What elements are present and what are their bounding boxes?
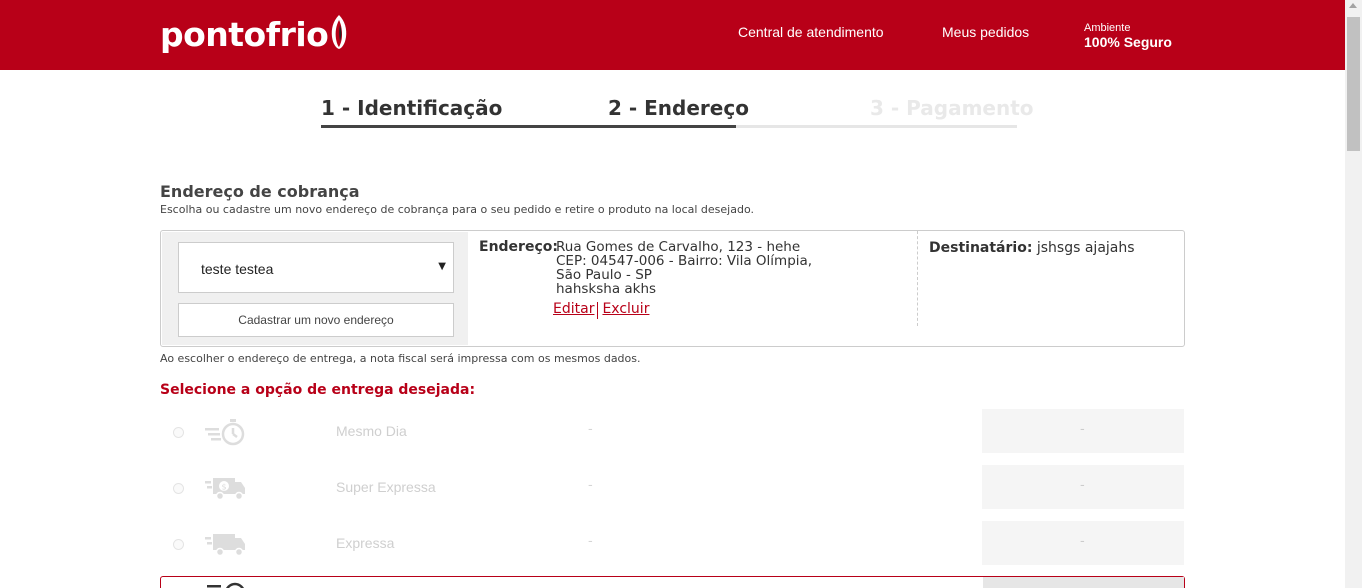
delete-address-link[interactable]: Excluir: [602, 302, 649, 319]
delivery-option-time: -: [588, 422, 593, 437]
address-select-value: teste testea: [201, 261, 274, 277]
link-separator: [597, 302, 599, 319]
penguin-icon: [331, 15, 347, 53]
address-line: São Paulo - SP: [556, 267, 652, 283]
recipient-info: Destinatário: jshsgs ajajahs: [929, 240, 1135, 256]
secure-badge-big: 100% Seguro: [1084, 34, 1172, 50]
stopwatch-icon: [205, 416, 247, 452]
delivery-radio[interactable]: [173, 539, 184, 550]
invoice-note: Ao escolher o endereço de entrega, a not…: [160, 352, 641, 365]
stopwatch-icon: [205, 579, 247, 588]
address-actions: Editar Excluir: [553, 302, 649, 319]
recipient-label: Destinatário:: [929, 240, 1033, 256]
step-endereco: 2 - Endereço: [608, 96, 749, 120]
secure-badge: Ambiente 100% Seguro: [1084, 22, 1172, 50]
delivery-option-price-cell: [983, 577, 1184, 588]
delivery-option-expressa[interactable]: Expressa - -: [161, 521, 1184, 565]
svg-text:$: $: [221, 483, 226, 492]
step-progress-done: [321, 125, 736, 128]
delivery-option-price: -: [1080, 422, 1085, 437]
billing-title: Endereço de cobrança: [160, 182, 360, 201]
delivery-option-name: Super Expressa: [336, 479, 436, 495]
delivery-title: Selecione a opção de entrega desejada:: [160, 382, 476, 398]
customer-service-link[interactable]: Central de atendimento: [738, 24, 884, 40]
address-line: CEP: 04547-006 - Bairro: Vila Olímpia,: [556, 253, 813, 269]
delivery-option-price-cell: -: [982, 521, 1184, 565]
dropdown-arrow-icon: ▼: [438, 261, 446, 272]
truck-icon: [205, 528, 247, 564]
delivery-option-selected[interactable]: [160, 576, 1185, 588]
address-card: teste testea ▼ Cadastrar um novo endereç…: [160, 230, 1185, 347]
edit-address-link[interactable]: Editar: [553, 302, 594, 319]
delivery-radio[interactable]: [173, 483, 184, 494]
delivery-option-price: -: [1080, 534, 1085, 549]
header-bar: pontofrio Central de atendimento Meus pe…: [0, 0, 1345, 70]
delivery-option-price-cell: -: [982, 409, 1184, 453]
delivery-option-name: Expressa: [336, 535, 395, 551]
delivery-option-super-expressa[interactable]: $ Super Expressa - -: [161, 465, 1184, 509]
delivery-option-price: -: [1080, 478, 1085, 493]
secure-badge-small: Ambiente: [1084, 22, 1131, 34]
delivery-radio[interactable]: [173, 427, 184, 438]
address-line: Rua Gomes de Carvalho, 123 - hehe: [556, 239, 801, 255]
page-scrollbar[interactable]: [1345, 0, 1362, 588]
new-address-button[interactable]: Cadastrar um novo endereço: [178, 303, 454, 337]
delivery-option-mesmo-dia[interactable]: Mesmo Dia - -: [161, 409, 1184, 453]
step-pagamento: 3 - Pagamento: [870, 96, 1034, 120]
recipient-name: jshsgs ajajahs: [1036, 240, 1135, 256]
delivery-option-time: -: [588, 534, 593, 549]
address-label: Endereço:: [479, 239, 558, 255]
delivery-option-price-cell: -: [982, 465, 1184, 509]
address-select[interactable]: teste testea ▼: [178, 242, 454, 293]
step-progress-pending: [736, 125, 1017, 128]
logo-text: pontofrio: [160, 14, 329, 54]
billing-description: Escolha ou cadastre um novo endereço de …: [160, 203, 754, 216]
delivery-option-name: Mesmo Dia: [336, 423, 407, 439]
pontofrio-logo[interactable]: pontofrio: [160, 14, 347, 54]
address-line: hahsksha akhs: [556, 281, 657, 297]
scroll-thumb[interactable]: [1347, 17, 1360, 151]
scroll-up-arrow-icon[interactable]: [1349, 3, 1357, 8]
my-orders-link[interactable]: Meus pedidos: [942, 24, 1029, 40]
delivery-option-time: -: [588, 478, 593, 493]
dashed-divider: [917, 231, 918, 326]
step-identificacao: 1 - Identificação: [321, 96, 503, 120]
address-lines: Rua Gomes de Carvalho, 123 - hehe CEP: 0…: [556, 240, 812, 296]
money-truck-icon: $: [205, 472, 247, 508]
address-selector-panel: teste testea ▼ Cadastrar um novo endereç…: [162, 232, 468, 345]
